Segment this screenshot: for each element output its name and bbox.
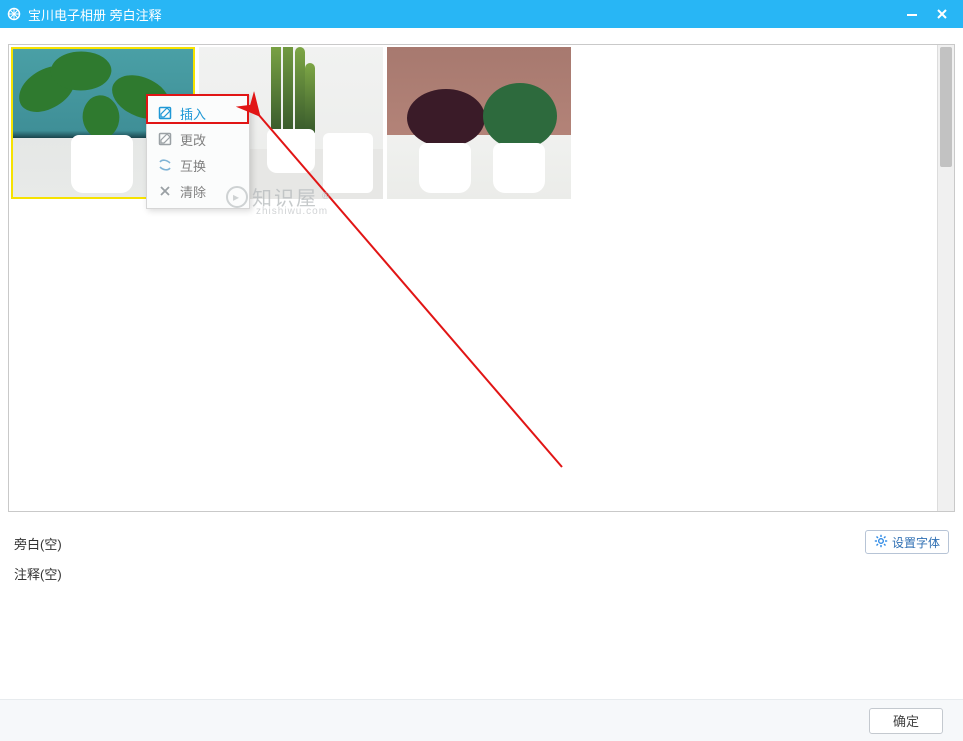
- close-button[interactable]: [927, 0, 957, 28]
- window-title: 宝川电子相册 旁白注释: [28, 5, 162, 24]
- scrollbar-thumb[interactable]: [940, 47, 952, 167]
- minimize-button[interactable]: [897, 0, 927, 28]
- menu-item-label: 清除: [180, 182, 206, 201]
- clear-icon: [157, 184, 172, 199]
- app-icon: [6, 6, 22, 22]
- set-font-label: 设置字体: [892, 534, 940, 551]
- swap-icon: [157, 158, 172, 173]
- fields-area: 旁白(空) 设置字体 注释(空): [14, 530, 949, 590]
- annotation-label: 注释(空): [14, 564, 62, 583]
- gear-icon: [874, 534, 888, 551]
- set-font-button[interactable]: 设置字体: [865, 530, 949, 554]
- menu-item-modify[interactable]: 更改: [147, 126, 249, 152]
- menu-item-clear[interactable]: 清除: [147, 178, 249, 204]
- narration-label: 旁白(空): [14, 534, 62, 553]
- menu-item-swap[interactable]: 互换: [147, 152, 249, 178]
- title-bar: 宝川电子相册 旁白注释: [0, 0, 963, 28]
- menu-item-label: 插入: [180, 104, 206, 123]
- context-menu: 插入 更改 互换 清除: [146, 95, 250, 209]
- thumbnail-3[interactable]: [387, 47, 571, 199]
- footer-bar: 确定: [0, 699, 963, 741]
- edit-insert-icon: [157, 106, 172, 121]
- ok-button[interactable]: 确定: [869, 708, 943, 734]
- menu-item-label: 更改: [180, 130, 206, 149]
- edit-modify-icon: [157, 132, 172, 147]
- menu-item-insert[interactable]: 插入: [147, 100, 249, 126]
- menu-item-label: 互换: [180, 156, 206, 175]
- vertical-scrollbar[interactable]: [937, 45, 954, 511]
